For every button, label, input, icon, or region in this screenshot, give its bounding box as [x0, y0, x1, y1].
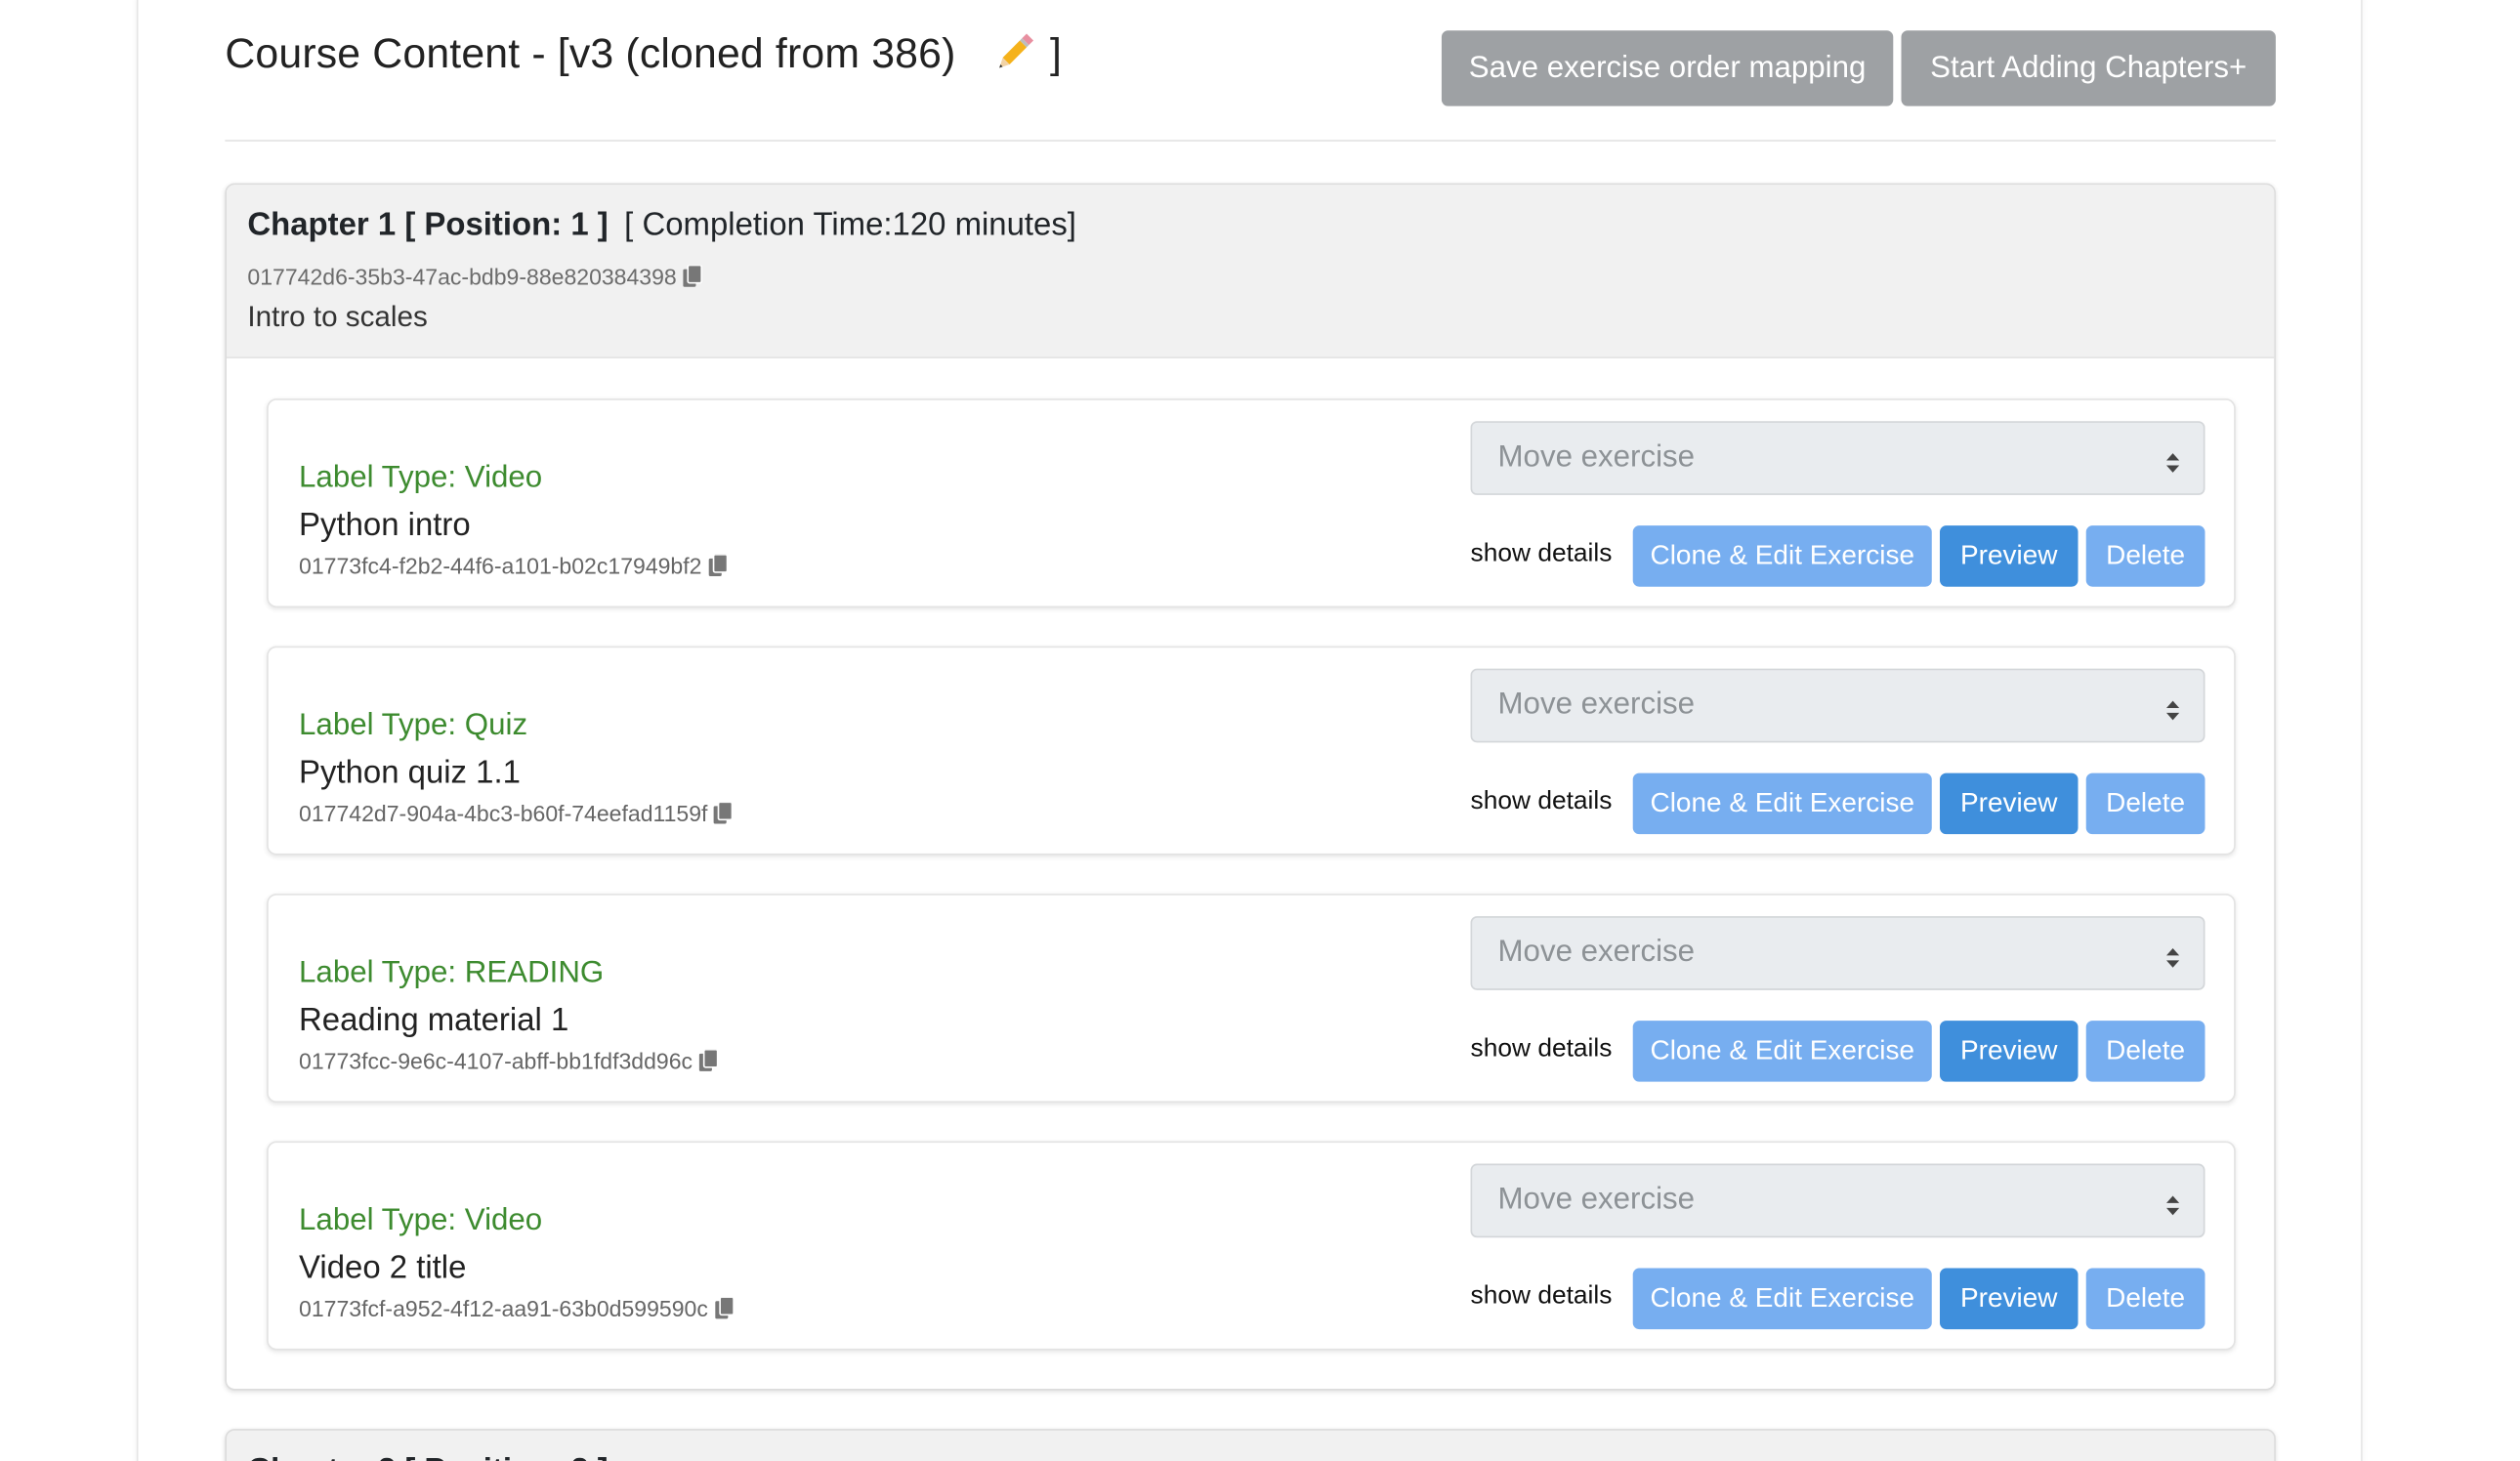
- clone-edit-exercise-button[interactable]: Clone & Edit Exercise: [1632, 1268, 1932, 1330]
- exercise-type-label: Label Type: Video: [299, 1203, 543, 1238]
- show-details-link[interactable]: show details: [1471, 1035, 1613, 1064]
- exercise-title: Reading material 1: [299, 1002, 569, 1039]
- show-details-link[interactable]: show details: [1471, 787, 1613, 816]
- exercise-id: 01773fcf-a952-4f12-aa91-63b0d599590c: [299, 1295, 735, 1321]
- copy-icon[interactable]: [698, 1048, 719, 1072]
- chapter-id: 017742d6-35b3-47ac-bdb9-88e820384398: [247, 263, 703, 290]
- exercise-title: Python quiz 1.1: [299, 755, 521, 791]
- page-canvas: Course Content - [v3 (cloned from 386) ]…: [0, 0, 2520, 1461]
- clone-edit-exercise-button[interactable]: Clone & Edit Exercise: [1632, 772, 1932, 835]
- delete-button[interactable]: Delete: [2085, 772, 2205, 835]
- copy-icon[interactable]: [714, 1296, 735, 1319]
- exercise-id: 017742d7-904a-4bc3-b60f-74eefad1159f: [299, 801, 734, 826]
- copy-icon[interactable]: [714, 801, 734, 824]
- exercise-type-label: Label Type: READING: [299, 956, 605, 990]
- chapter-description: Intro to scales: [247, 300, 428, 333]
- preview-button[interactable]: Preview: [1939, 1021, 2079, 1082]
- move-exercise-placeholder: Move exercise: [1497, 1183, 1696, 1217]
- move-exercise-select[interactable]: Move exercise: [1470, 668, 2205, 743]
- page-title-text: Course Content - [v3 (cloned from 386): [225, 28, 956, 77]
- chapter-position-title: Chapter 2 [ Position: 2 ]: [247, 1453, 608, 1461]
- chapter-completion-time: [ Completion Time:120 minutes]: [624, 207, 1076, 243]
- exercise-card: Label Type: READING Reading material 1 0…: [267, 894, 2236, 1104]
- sort-arrows-icon: [2164, 1191, 2180, 1216]
- exercise-card: Label Type: Video Python intro 01773fc4-…: [267, 398, 2236, 608]
- clone-edit-exercise-button[interactable]: Clone & Edit Exercise: [1632, 525, 1932, 587]
- chapter-card: Chapter 2 [ Position: 2 ]: [225, 1429, 2276, 1461]
- move-exercise-select[interactable]: Move exercise: [1470, 421, 2205, 495]
- page-title-suffix: ]: [1050, 28, 1063, 77]
- save-exercise-order-button[interactable]: Save exercise order mapping: [1441, 30, 1894, 106]
- clone-edit-exercise-button[interactable]: Clone & Edit Exercise: [1632, 1021, 1932, 1082]
- delete-button[interactable]: Delete: [2085, 525, 2205, 587]
- move-exercise-placeholder: Move exercise: [1497, 935, 1696, 970]
- exercise-card: Label Type: Quiz Python quiz 1.1 017742d…: [267, 646, 2236, 856]
- preview-button[interactable]: Preview: [1939, 1268, 2079, 1330]
- chapter-position-title: Chapter 1 [ Position: 1 ]: [247, 207, 609, 243]
- exercise-type-label: Label Type: Quiz: [299, 708, 528, 743]
- delete-button[interactable]: Delete: [2085, 1021, 2205, 1082]
- sort-arrows-icon: [2164, 696, 2180, 721]
- delete-button[interactable]: Delete: [2085, 1268, 2205, 1330]
- chapter-card: Chapter 1 [ Position: 1 ] [ Completion Ti…: [225, 183, 2276, 1391]
- exercise-title: Video 2 title: [299, 1250, 467, 1286]
- sort-arrows-icon: [2164, 943, 2180, 968]
- exercise-id-text: 01773fc4-f2b2-44f6-a101-b02c17949bf2: [299, 553, 702, 579]
- show-details-link[interactable]: show details: [1471, 540, 1613, 569]
- move-exercise-select[interactable]: Move exercise: [1470, 1163, 2205, 1238]
- show-details-link[interactable]: show details: [1471, 1282, 1613, 1312]
- move-exercise-select[interactable]: Move exercise: [1470, 916, 2205, 990]
- chapter-title: Chapter 1 [ Position: 1 ] [ Completion Ti…: [247, 207, 1076, 244]
- chapter-header: Chapter 1 [ Position: 1 ] [ Completion Ti…: [227, 185, 2275, 359]
- header-divider: [225, 140, 2276, 142]
- move-exercise-placeholder: Move exercise: [1497, 688, 1696, 722]
- preview-button[interactable]: Preview: [1939, 525, 2079, 587]
- pencil-icon[interactable]: [990, 32, 1038, 74]
- course-header: Course Content - [v3 (cloned from 386) ]…: [225, 20, 2276, 109]
- exercise-id: 01773fcc-9e6c-4107-abff-bb1fdf3dd96c: [299, 1048, 719, 1074]
- exercise-id-text: 017742d7-904a-4bc3-b60f-74eefad1159f: [299, 800, 708, 826]
- exercise-id-text: 01773fcc-9e6c-4107-abff-bb1fdf3dd96c: [299, 1048, 693, 1074]
- sort-arrows-icon: [2164, 448, 2180, 473]
- start-adding-chapters-button[interactable]: Start Adding Chapters+: [1901, 30, 2276, 106]
- exercise-card: Label Type: Video Video 2 title 01773fcf…: [267, 1141, 2236, 1351]
- chapter-title: Chapter 2 [ Position: 2 ]: [247, 1453, 608, 1461]
- move-exercise-placeholder: Move exercise: [1497, 439, 1696, 475]
- page-title: Course Content - [v3 (cloned from 386) ]: [225, 29, 1062, 79]
- copy-icon[interactable]: [683, 264, 703, 288]
- exercise-id: 01773fc4-f2b2-44f6-a101-b02c17949bf2: [299, 553, 728, 578]
- exercise-title: Python intro: [299, 508, 471, 544]
- copy-icon[interactable]: [708, 553, 728, 577]
- chapter-id-text: 017742d6-35b3-47ac-bdb9-88e820384398: [247, 263, 677, 290]
- exercise-id-text: 01773fcf-a952-4f12-aa91-63b0d599590c: [299, 1295, 708, 1321]
- preview-button[interactable]: Preview: [1939, 772, 2079, 835]
- exercise-type-label: Label Type: Video: [299, 461, 543, 495]
